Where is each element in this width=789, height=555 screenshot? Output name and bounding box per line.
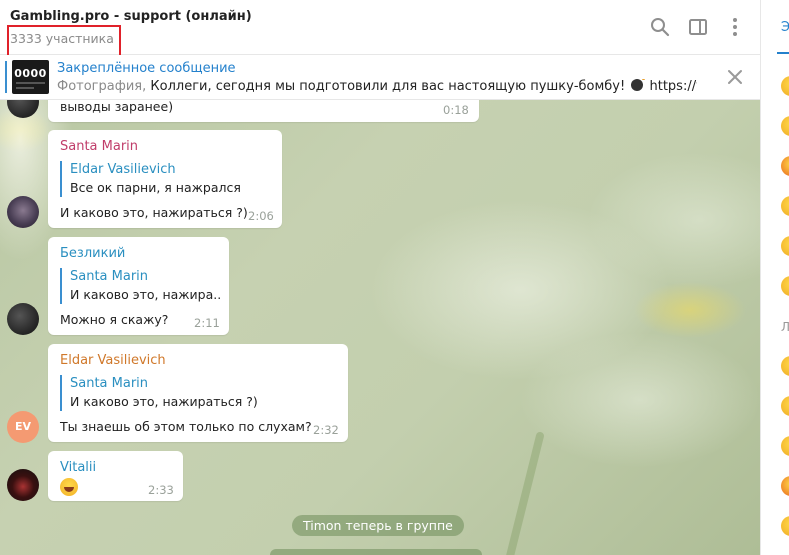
reply-quote[interactable]: Santa Marin И каково это, нажираться ?) <box>60 375 336 411</box>
message-bubble[interactable]: Безликий Santa Marin И каково это, нажир… <box>48 237 229 335</box>
emoji-icon[interactable] <box>781 356 789 376</box>
close-icon[interactable] <box>726 68 744 86</box>
pinned-thumb-text: 0000 <box>14 67 47 80</box>
chat-header: Gambling.pro - support (онлайн) 3333 уча… <box>0 0 760 60</box>
avatar[interactable] <box>7 100 39 118</box>
sender-name[interactable]: Eldar Vasilievich <box>60 353 166 368</box>
pinned-thumbnail: 0000 <box>12 60 49 94</box>
pinned-link: https://vk.com/... <box>649 79 698 94</box>
message-text: Ты знаешь об этом только по слухам? <box>60 419 312 434</box>
pinned-preview: Фотография, Коллеги, сегодня мы подготов… <box>57 79 697 94</box>
reply-text: И каково это, нажира... <box>70 287 220 302</box>
emoji-icon[interactable] <box>781 276 789 296</box>
pinned-text-main: Коллеги, сегодня мы подготовили для вас … <box>150 79 626 94</box>
message-time: 2:06 <box>248 209 274 223</box>
service-message-partial <box>270 549 482 555</box>
emoji-icon[interactable] <box>781 76 789 96</box>
avatar[interactable] <box>7 469 39 501</box>
emoji-panel: Э Л <box>760 0 789 555</box>
message-text: И каково это, нажираться ?) <box>60 205 248 220</box>
more-vertical-icon[interactable] <box>722 14 748 40</box>
message-emoji <box>60 478 78 499</box>
sender-name[interactable]: Santa Marin <box>60 139 138 154</box>
reply-text: И каково это, нажираться ?) <box>70 394 258 409</box>
chat-title[interactable]: Gambling.pro - support (онлайн) <box>10 9 252 24</box>
message-time: 0:18 <box>443 103 469 117</box>
service-message: Timon теперь в группе <box>292 515 464 536</box>
emoji-icon[interactable] <box>781 236 789 256</box>
sender-name[interactable]: Vitalii <box>60 460 96 475</box>
message-text: Можно я скажу? <box>60 312 169 327</box>
bomb-emoji-icon <box>631 79 646 91</box>
emoji-icon[interactable] <box>781 396 789 416</box>
reply-author: Eldar Vasilievich <box>70 162 176 177</box>
laughing-emoji-icon <box>60 478 78 496</box>
reply-text: Все ок парни, я нажрался <box>70 180 241 195</box>
reply-author: Santa Marin <box>70 269 149 284</box>
sidebar-toggle-icon[interactable] <box>685 14 711 40</box>
pinned-title: Закреплённое сообщение <box>57 61 236 76</box>
message-text: выводы заранее) <box>60 100 174 114</box>
avatar[interactable] <box>7 196 39 228</box>
emoji-panel-tab[interactable]: Э <box>781 20 789 35</box>
avatar[interactable] <box>7 303 39 335</box>
message-time: 2:32 <box>313 423 339 437</box>
avatar[interactable]: EV <box>7 411 39 443</box>
pinned-prefix: Фотография, <box>57 79 147 94</box>
emoji-icon[interactable] <box>781 116 789 136</box>
telegram-window: Gambling.pro - support (онлайн) 3333 уча… <box>0 0 789 555</box>
reply-author: Santa Marin <box>70 376 149 391</box>
emoji-icon[interactable] <box>781 156 789 176</box>
message-bubble[interactable]: Santa Marin Eldar Vasilievich Все ок пар… <box>48 130 282 228</box>
message-bubble[interactable]: Eldar Vasilievich Santa Marin И каково э… <box>48 344 348 442</box>
message-list[interactable]: выводы заранее) 0:18 Santa Marin Eldar V… <box>0 100 760 555</box>
pinned-accent-bar <box>5 61 7 93</box>
message-time: 2:33 <box>148 483 174 497</box>
sender-name[interactable]: Безликий <box>60 246 125 261</box>
emoji-section-label: Л <box>781 320 789 334</box>
emoji-icon[interactable] <box>781 476 789 496</box>
message-time: 2:11 <box>194 316 220 330</box>
search-icon[interactable] <box>647 14 673 40</box>
message-bubble[interactable]: выводы заранее) 0:18 <box>48 100 479 122</box>
reply-quote[interactable]: Santa Marin И каково это, нажира... <box>60 268 220 304</box>
pinned-message-bar[interactable]: 0000 Закреплённое сообщение Фотография, … <box>0 55 760 100</box>
message-bubble[interactable]: Vitalii 2:33 <box>48 451 183 501</box>
emoji-icon[interactable] <box>781 436 789 456</box>
emoji-icon[interactable] <box>781 196 789 216</box>
emoji-icon[interactable] <box>781 516 789 536</box>
reply-quote[interactable]: Eldar Vasilievich Все ок парни, я нажрал… <box>60 161 270 197</box>
